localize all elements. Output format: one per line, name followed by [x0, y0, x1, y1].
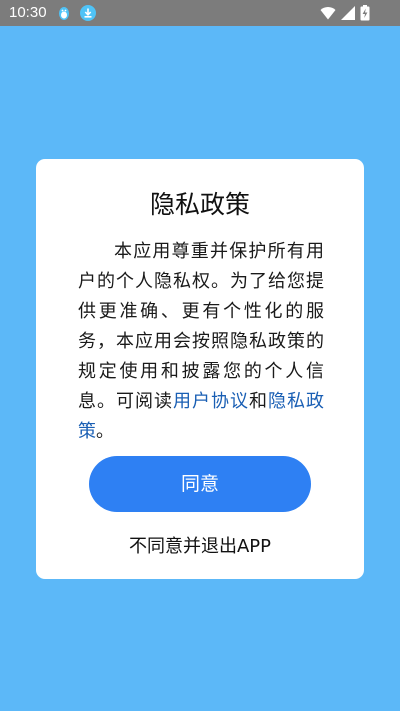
battery-charging-icon [360, 5, 370, 21]
status-bar: 10:30 [0, 0, 400, 26]
body-text-main: 本应用尊重并保护所有用户的个人隐私权。为了给您提供更准确、更有个性化的服务，本应… [78, 241, 324, 412]
agree-button[interactable]: 同意 [89, 456, 311, 512]
body-end-punct: 。 [96, 421, 114, 442]
dialog-title: 隐私政策 [149, 190, 250, 219]
user-agreement-link[interactable]: 用户协议 [173, 391, 249, 412]
signal-icon [340, 5, 356, 21]
status-time: 10:30 [9, 4, 47, 21]
disagree-exit-button[interactable]: 不同意并退出APP [36, 532, 364, 558]
privacy-dialog: 隐私政策 本应用尊重并保护所有用户的个人隐私权。为了给您提供更准确、更有个性化的… [36, 159, 364, 579]
privacy-body-text: 本应用尊重并保护所有用户的个人隐私权。为了给您提供更准确、更有个性化的服务，本应… [78, 237, 324, 447]
wifi-icon [320, 5, 336, 21]
qq-penguin-icon [56, 5, 72, 21]
download-icon [80, 5, 96, 21]
body-conjunction: 和 [249, 391, 268, 412]
